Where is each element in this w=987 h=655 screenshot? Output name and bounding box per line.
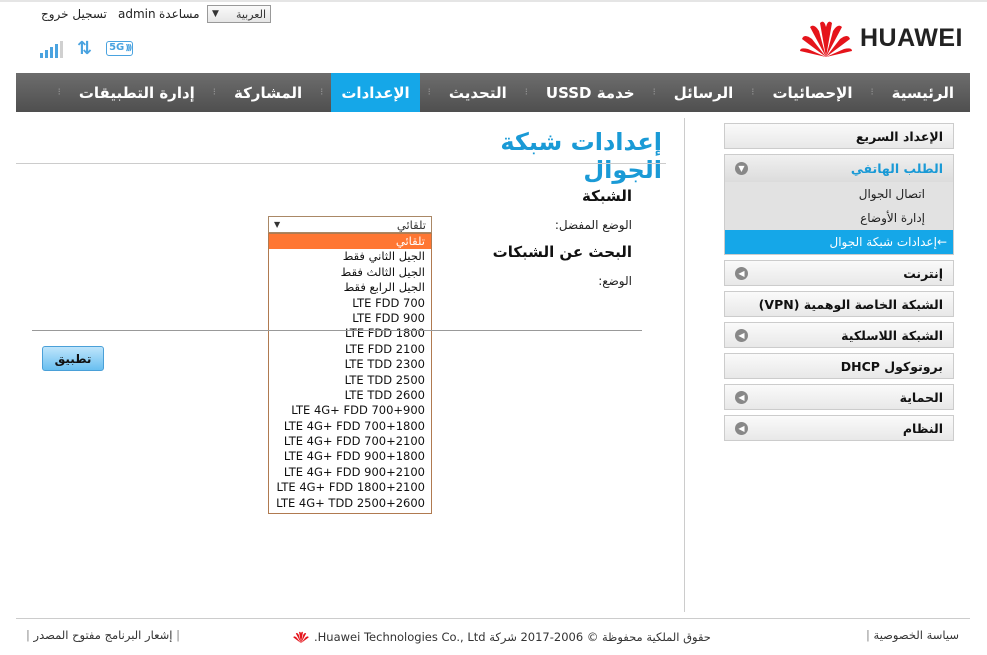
arrow-left-icon: ← [936, 235, 947, 249]
title-divider [16, 163, 666, 164]
expand-icon: ◀ [735, 328, 748, 342]
nav-ussd[interactable]: خدمة USSD [536, 73, 645, 112]
huawei-flower-icon [800, 21, 852, 58]
sidebar-item-label: بروتوكول DHCP [840, 358, 943, 374]
language-value: العربية [235, 7, 266, 21]
huawei-logo: HUAWEI [798, 17, 963, 59]
language-select[interactable]: العربية ▼ [207, 5, 271, 23]
privacy-label: سياسة الخصوصية [873, 628, 960, 642]
logout-link[interactable]: تسجيل خروج [41, 7, 107, 21]
brand-name: HUAWEI [860, 23, 963, 52]
expand-icon: ◀ [735, 421, 748, 435]
nav-separator: ⁝ [524, 87, 528, 98]
nav-separator: ⁝ [652, 87, 656, 98]
expand-icon: ◀ [735, 390, 748, 404]
form-divider [32, 330, 642, 331]
preferred-mode-value: تلقائي [396, 217, 426, 232]
chevron-down-icon: ▼ [212, 9, 219, 19]
network-section-title: الشبكة [582, 187, 632, 205]
dropdown-option[interactable]: LTE 4G+ FDD 900+2100 [269, 465, 431, 480]
dropdown-option[interactable]: LTE 4G+ FDD 900+1800 [269, 449, 431, 464]
status-icons: ⇅ 5G [40, 38, 134, 59]
copyright: حقوق الملكية محفوظة © 2006-2017 شركة Hua… [292, 630, 711, 644]
dropdown-option[interactable]: الجيل الثالث فقط [269, 265, 431, 280]
dropdown-option[interactable]: LTE 4G+ FDD 700+1800 [269, 419, 431, 434]
dropdown-option[interactable]: LTE 4G+ FDD 1800+2100 [269, 480, 431, 495]
main-nav: الرئيسية ⁝ الإحصائيات ⁝ الرسائل ⁝ خدمة U… [16, 73, 970, 112]
dropdown-option[interactable]: LTE TDD 2600 [269, 388, 431, 403]
sidebar-item-label: إعدادات شبكة الجوال [829, 235, 937, 249]
dropdown-option[interactable]: LTE FDD 1800 [269, 326, 431, 341]
sidebar-item-label: إنترنت [903, 265, 943, 281]
search-mode-label: الوضع: [598, 274, 632, 288]
nav-home[interactable]: الرئيسية [882, 73, 964, 112]
dropdown-option[interactable]: الجيل الرابع فقط [269, 280, 431, 295]
nav-separator: ⁝ [870, 87, 874, 98]
network-type-icon: 5G [106, 41, 134, 56]
nav-statistics[interactable]: الإحصائيات [762, 73, 862, 112]
sidebar-item-system[interactable]: النظام ◀ [724, 415, 954, 441]
nav-separator: ⁝ [751, 87, 755, 98]
dropdown-option[interactable]: LTE FDD 2100 [269, 342, 431, 357]
chevron-down-icon: ▼ [274, 220, 281, 229]
username: admin [118, 7, 156, 21]
sidebar: الإعداد السريع الطلب الهاتفي ▼ اتصال الج… [724, 123, 954, 446]
open-source-label: إشعار البرنامج مفتوح المصدر [33, 628, 173, 642]
sidebar-subitem-mobile-connection[interactable]: اتصال الجوال [725, 182, 953, 206]
sidebar-item-internet[interactable]: إنترنت ◀ [724, 260, 954, 286]
sidebar-item-wlan[interactable]: الشبكة اللاسلكية ◀ [724, 322, 954, 348]
dropdown-option[interactable]: LTE TDD 2500 [269, 373, 431, 388]
sidebar-item-label: الإعداد السريع [855, 128, 943, 144]
nav-separator: ⁝ [57, 87, 61, 98]
data-transfer-icon: ⇅ [77, 38, 93, 59]
sidebar-item-label: الشبكة الخاصة الوهمية (VPN) [758, 296, 943, 312]
sidebar-subitem-profile-management[interactable]: إدارة الأوضاع [725, 206, 953, 230]
sidebar-item-vpn[interactable]: الشبكة الخاصة الوهمية (VPN) [724, 291, 954, 317]
sidebar-item-label: النظام [902, 420, 943, 436]
nav-separator: ⁝ [320, 87, 324, 98]
sidebar-item-security[interactable]: الحماية ◀ [724, 384, 954, 410]
nav-settings[interactable]: الإعدادات [331, 73, 420, 112]
dropdown-option[interactable]: LTE FDD 900 [269, 311, 431, 326]
sidebar-item-dhcp[interactable]: بروتوكول DHCP [724, 353, 954, 379]
dropdown-option[interactable]: LTE 4G+ FDD 700+900 [269, 403, 431, 418]
nav-app-management[interactable]: إدارة التطبيقات [69, 73, 205, 112]
preferred-mode-dropdown: تلقائي الجيل الثاني فقط الجيل الثالث فقط… [268, 233, 432, 514]
sidebar-group-dialup: الطلب الهاتفي ▼ اتصال الجوال إدارة الأوض… [724, 154, 954, 255]
vertical-divider [684, 118, 685, 612]
sidebar-item-label: الحماية [899, 389, 943, 405]
footer-divider [16, 618, 970, 619]
dropdown-option[interactable]: تلقائي [269, 234, 431, 250]
sidebar-item-quick-setup[interactable]: الإعداد السريع [724, 123, 954, 149]
dropdown-option[interactable]: الجيل الثاني فقط [269, 249, 431, 264]
sidebar-item-label: الطلب الهاتفي [850, 161, 943, 176]
top-border [0, 0, 987, 2]
network-search-section-title: البحث عن الشبكات [492, 243, 632, 261]
dropdown-option[interactable]: LTE TDD 2300 [269, 357, 431, 372]
preferred-mode-select[interactable]: تلقائي ▼ [268, 216, 432, 233]
nav-separator: ⁝ [427, 87, 431, 98]
apply-button[interactable]: تطبيق [42, 346, 104, 371]
sidebar-item-label: الشبكة اللاسلكية [841, 327, 943, 343]
privacy-policy-link[interactable]: | سياسة الخصوصية [866, 628, 959, 642]
dropdown-option[interactable]: LTE 4G+ TDD 2500+2600 [269, 496, 431, 511]
sidebar-subitem-mobile-network-settings[interactable]: ← إعدادات شبكة الجوال [725, 230, 953, 254]
nav-sharing[interactable]: المشاركة [224, 73, 312, 112]
signal-strength-icon [40, 40, 63, 58]
collapse-icon: ▼ [735, 162, 748, 175]
open-source-notice-link[interactable]: | إشعار البرنامج مفتوح المصدر | [26, 628, 180, 642]
nav-messages[interactable]: الرسائل [664, 73, 744, 112]
dropdown-option[interactable]: LTE FDD 700 [269, 296, 431, 311]
sidebar-item-dialup[interactable]: الطلب الهاتفي ▼ [725, 155, 953, 182]
nav-update[interactable]: التحديث [439, 73, 517, 112]
preferred-mode-label: الوضع المفضل: [554, 218, 632, 232]
help-link[interactable]: مساعدة [159, 7, 200, 21]
expand-icon: ◀ [735, 266, 748, 280]
nav-separator: ⁝ [212, 87, 216, 98]
page-title: إعدادات شبكة الجوال [500, 128, 662, 184]
huawei-flower-icon [293, 631, 309, 644]
copyright-text: حقوق الملكية محفوظة © 2006-2017 شركة Hua… [314, 630, 711, 644]
dropdown-option[interactable]: LTE 4G+ FDD 700+2100 [269, 434, 431, 449]
